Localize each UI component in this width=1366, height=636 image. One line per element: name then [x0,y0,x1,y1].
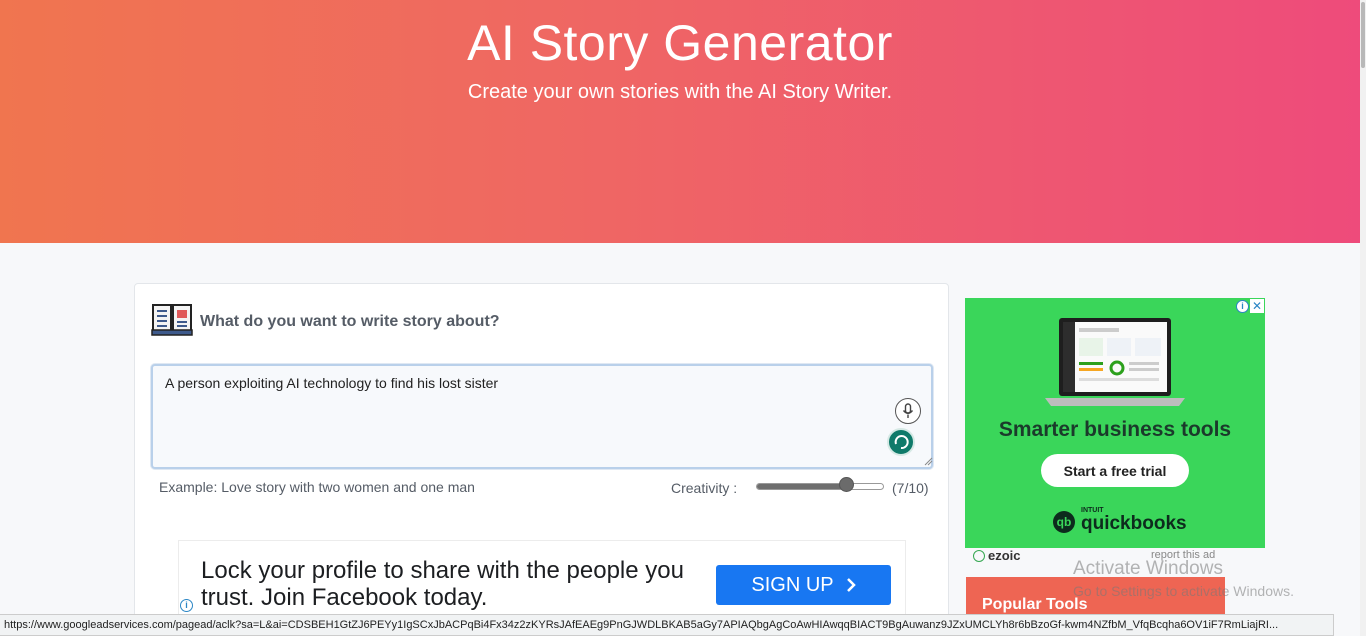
quickbooks-logo: qb INTUIT quickbooks [1053,507,1187,535]
ezoic-label: ezoic [988,548,1021,563]
windows-activation-subtitle: Go to Settings to activate Windows. [1073,583,1294,599]
creativity-slider-fill [757,484,846,489]
story-question-label: What do you want to write story about? [200,313,500,330]
scrollbar-thumb[interactable] [1361,2,1365,68]
link-status-bar: https://www.googleadservices.com/pagead/… [0,614,1334,636]
close-ad-icon[interactable]: ✕ [1250,299,1264,313]
quickbooks-wordmark: quickbooks [1081,513,1187,534]
windows-activation-title: Activate Windows [1073,558,1223,579]
creativity-label: Creativity : [671,480,738,496]
story-form-card: What do you want to write story about? A… [134,283,949,636]
ad-info-icon[interactable]: i [180,599,193,612]
page-title: AI Story Generator [467,15,893,71]
signup-label: SIGN UP [751,573,834,596]
creativity-slider-thumb[interactable] [838,477,854,492]
grammar-assistant-button[interactable] [887,428,915,456]
quickbooks-ad[interactable]: Smarter business tools Start a free tria… [965,298,1265,548]
open-book-icon [151,304,193,336]
facebook-signup-button[interactable]: SIGN UP [716,565,891,605]
creativity-slider[interactable] [756,483,884,490]
free-trial-button[interactable]: Start a free trial [1041,454,1189,487]
ad-info-icon[interactable]: i [1236,300,1249,313]
ad-headline: Smarter business tools [998,418,1232,441]
creativity-value: (7/10) [892,480,929,496]
facebook-ad-text: Lock your profile to share with the peop… [201,557,684,611]
hero-banner: AI Story Generator Create your own stori… [0,0,1360,243]
laptop-dashboard-image [1045,318,1185,406]
example-hint: Example: Love story with two women and o… [159,479,475,495]
page-subtitle: Create your own stories with the AI Stor… [467,81,893,103]
microphone-button[interactable] [895,398,921,424]
ezoic-badge[interactable]: ezoic [973,548,1021,563]
intuit-label: INTUIT [1081,507,1104,514]
resize-grip-icon[interactable] [923,456,933,466]
vertical-scrollbar[interactable] [1360,0,1366,636]
story-topic-input[interactable]: A person exploiting AI technology to fin… [151,364,933,469]
chevron-right-icon [846,578,856,592]
microphone-icon [902,403,914,418]
refresh-icon [894,435,909,450]
quickbooks-logo-icon: qb [1053,511,1075,533]
ezoic-icon [973,549,985,562]
